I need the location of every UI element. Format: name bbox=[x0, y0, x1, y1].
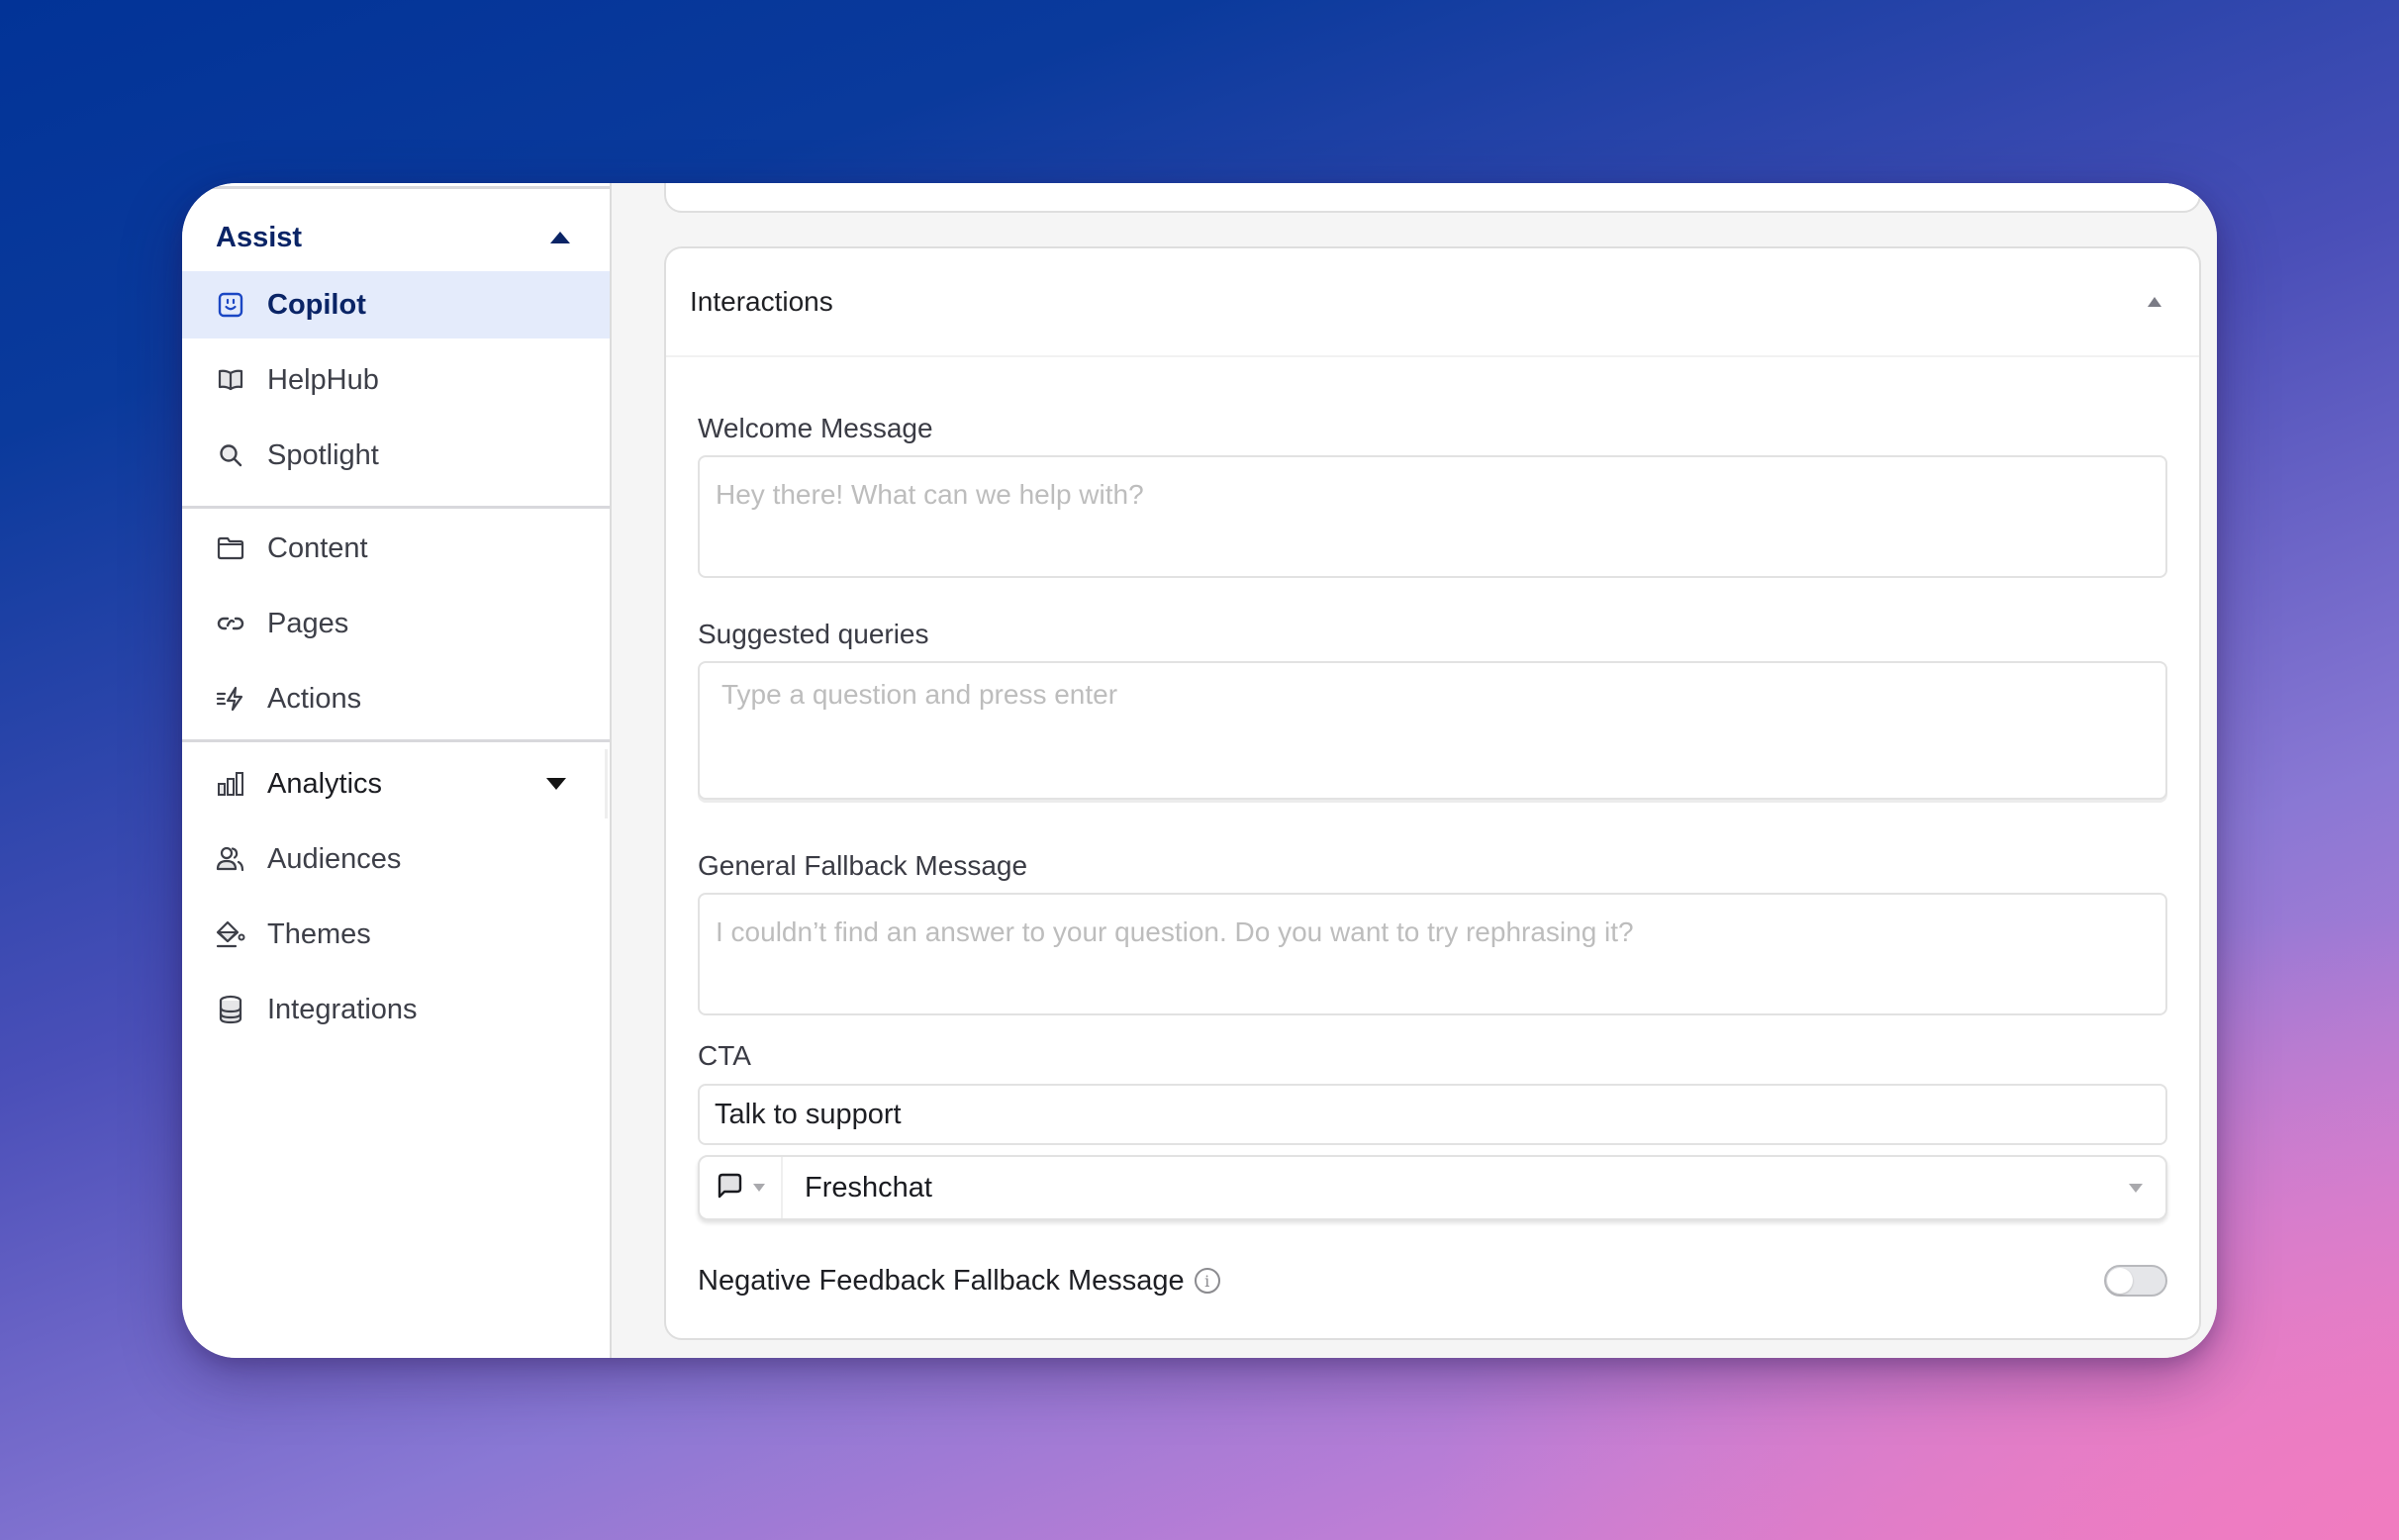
section-header[interactable]: Interactions bbox=[666, 248, 2199, 357]
sidebar-item-label: Copilot bbox=[267, 288, 366, 321]
sidebar-item-helphub[interactable]: HelpHub bbox=[182, 346, 610, 414]
cta-icon-picker[interactable] bbox=[700, 1157, 783, 1218]
bar-chart-icon bbox=[216, 769, 245, 799]
interactions-section: Interactions Welcome Message Hey there! … bbox=[664, 246, 2201, 1340]
app-window: Assist Copilot HelpHub Spotlight Content… bbox=[182, 183, 2217, 1358]
negative-feedback-toggle[interactable] bbox=[2104, 1265, 2167, 1297]
welcome-message-input[interactable]: Hey there! What can we help with? bbox=[698, 455, 2167, 578]
sidebar-item-integrations[interactable]: Integrations bbox=[182, 976, 610, 1043]
sidebar-group-label: Assist bbox=[216, 221, 303, 253]
sidebar-item-label: Audiences bbox=[267, 842, 402, 875]
main-content: Interactions Welcome Message Hey there! … bbox=[612, 183, 2217, 1358]
sidebar-item-pages[interactable]: Pages bbox=[182, 590, 610, 657]
general-fallback-input[interactable]: I couldn’t find an answer to your questi… bbox=[698, 893, 2167, 1015]
cta-text-input[interactable]: Talk to support bbox=[698, 1084, 2167, 1145]
copilot-face-icon bbox=[216, 290, 245, 320]
book-open-icon bbox=[216, 365, 245, 395]
users-icon bbox=[216, 844, 245, 874]
search-icon bbox=[216, 440, 245, 470]
toggle-knob bbox=[2107, 1268, 2133, 1294]
database-icon bbox=[216, 995, 245, 1024]
sidebar-top-border bbox=[182, 186, 610, 189]
cta-text-value: Talk to support bbox=[715, 1098, 902, 1130]
section-title: Interactions bbox=[690, 286, 833, 317]
sidebar-item-label: Actions bbox=[267, 682, 362, 715]
folder-icon bbox=[216, 533, 245, 563]
sidebar-item-actions[interactable]: Actions bbox=[182, 665, 610, 732]
sidebar-divider bbox=[182, 506, 610, 509]
sidebar-item-audiences[interactable]: Audiences bbox=[182, 825, 610, 893]
welcome-message-label: Welcome Message bbox=[698, 413, 933, 443]
sidebar-item-label: Spotlight bbox=[267, 438, 379, 471]
sidebar-item-copilot[interactable]: Copilot bbox=[182, 271, 610, 338]
chat-bubble-icon bbox=[716, 1172, 743, 1204]
info-icon[interactable]: i bbox=[1194, 1268, 1220, 1294]
sidebar: Assist Copilot HelpHub Spotlight Content… bbox=[182, 183, 612, 1358]
sidebar-item-label: Pages bbox=[267, 607, 349, 639]
collapse-chevron-up-icon[interactable] bbox=[2148, 297, 2161, 307]
negative-feedback-label: Negative Feedback Fallback Message bbox=[698, 1264, 1185, 1297]
sidebar-item-label: Content bbox=[267, 531, 368, 564]
cta-label: CTA bbox=[698, 1040, 751, 1071]
previous-section-card bbox=[664, 183, 2201, 213]
sidebar-item-analytics[interactable]: Analytics bbox=[182, 750, 610, 818]
chevron-up-icon[interactable] bbox=[550, 232, 570, 243]
paint-bucket-icon bbox=[216, 919, 245, 949]
sidebar-item-themes[interactable]: Themes bbox=[182, 901, 610, 968]
chevron-down-icon bbox=[2129, 1183, 2143, 1193]
sidebar-item-spotlight[interactable]: Spotlight bbox=[182, 422, 610, 489]
cta-action-value: Freshchat bbox=[805, 1171, 932, 1203]
general-fallback-label: General Fallback Message bbox=[698, 850, 1028, 881]
sidebar-item-content[interactable]: Content bbox=[182, 515, 610, 582]
sidebar-divider bbox=[182, 739, 610, 742]
sidebar-item-label: Themes bbox=[267, 917, 371, 950]
suggested-queries-input[interactable]: Type a question and press enter bbox=[698, 661, 2167, 800]
sidebar-item-label: Analytics bbox=[267, 767, 383, 800]
chevron-down-icon[interactable] bbox=[546, 778, 566, 790]
sidebar-item-label: HelpHub bbox=[267, 363, 379, 396]
sidebar-item-label: Integrations bbox=[267, 993, 418, 1025]
chevron-down-icon bbox=[753, 1184, 765, 1192]
negative-feedback-row: Negative Feedback Fallback Message i bbox=[698, 1256, 2167, 1305]
sidebar-group-assist[interactable]: Assist bbox=[216, 213, 570, 262]
link-icon bbox=[216, 609, 245, 638]
suggested-queries-label: Suggested queries bbox=[698, 619, 929, 649]
lightning-icon bbox=[216, 684, 245, 714]
select-caret bbox=[2106, 1183, 2165, 1193]
cta-action-select[interactable]: Freshchat bbox=[698, 1155, 2167, 1220]
